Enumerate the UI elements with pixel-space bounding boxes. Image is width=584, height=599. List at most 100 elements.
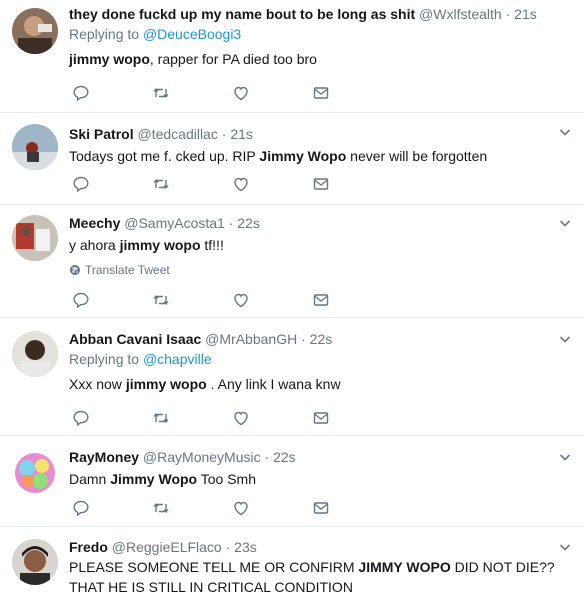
user-name[interactable]: Ski Patrol (69, 126, 134, 142)
retweet-button[interactable] (152, 291, 232, 309)
tweet-text-rest: Too Smh (197, 471, 256, 487)
replying-to: Replying to @chapville (69, 350, 570, 368)
user-name[interactable]: RayMoney (69, 449, 139, 465)
direct-message-icon (313, 87, 329, 99)
timestamp[interactable]: 23s (234, 539, 257, 555)
separator-dot: · (264, 449, 270, 465)
like-button[interactable] (232, 291, 312, 309)
tweet[interactable]: they done fuckd up my name bout to be lo… (0, 0, 584, 113)
reply-button[interactable] (72, 291, 152, 309)
reply-button[interactable] (72, 175, 152, 193)
translate-tweet-link[interactable]: Translate Tweet (69, 263, 570, 277)
direct-message-button[interactable] (312, 84, 392, 102)
reply-button[interactable] (72, 84, 152, 102)
retweet-icon (153, 88, 169, 98)
timestamp[interactable]: 21s (230, 126, 253, 142)
like-button[interactable] (232, 175, 312, 193)
tweet-text: PLEASE SOMEONE TELL ME OR CONFIRM JIMMY … (69, 557, 570, 597)
tweet-text-rest: tf!!! (200, 237, 224, 253)
retweet-button[interactable] (152, 499, 232, 517)
avatar[interactable] (12, 450, 58, 496)
chevron-down-icon[interactable] (558, 450, 572, 464)
user-name[interactable]: they done fuckd up my name bout to be lo… (69, 6, 415, 22)
like-icon (234, 411, 248, 426)
highlight-term: Jimmy Wopo (259, 148, 347, 164)
like-button[interactable] (232, 409, 312, 427)
tweet[interactable]: Abban Cavani Isaac @MrAbbanGH · 22s Repl… (0, 318, 584, 436)
tweet[interactable]: Fredo @ReggieELFlaco · 23s PLEASE SOMEON… (0, 527, 584, 599)
tweet[interactable]: Meechy @SamyAcosta1 · 22s y ahora jimmy … (0, 205, 584, 318)
direct-message-icon (313, 294, 329, 306)
chevron-down-icon[interactable] (558, 540, 572, 554)
user-name[interactable]: Meechy (69, 215, 120, 231)
direct-message-button[interactable] (312, 409, 392, 427)
retweet-button[interactable] (152, 409, 232, 427)
like-icon (234, 86, 248, 101)
avatar[interactable] (12, 215, 58, 261)
highlight-term: jimmy wopo (69, 51, 150, 67)
chevron-down-icon[interactable] (558, 125, 572, 139)
reply-button[interactable] (72, 409, 152, 427)
separator-dot: · (505, 6, 511, 22)
highlight-term: jimmy wopo (119, 237, 201, 253)
retweet-icon (153, 179, 169, 189)
timestamp[interactable]: 22s (237, 215, 260, 231)
tweet-text-rest: . Any link I wana knw (206, 376, 341, 392)
timestamp[interactable]: 22s (273, 449, 296, 465)
user-handle[interactable]: @MrAbbanGH (205, 331, 297, 347)
avatar[interactable] (12, 8, 58, 54)
highlight-term: jimmy wopo (125, 376, 207, 392)
direct-message-button[interactable] (312, 291, 392, 309)
like-icon (234, 501, 248, 516)
avatar[interactable] (12, 124, 58, 170)
tweet-header: Ski Patrol @tedcadillac · 21s (69, 125, 570, 143)
tweet-text-pre: y ahora (69, 237, 120, 253)
tweet[interactable]: RayMoney @RayMoneyMusic · 22s Damn Jimmy… (0, 436, 584, 527)
chevron-down-icon[interactable] (558, 332, 572, 346)
direct-message-button[interactable] (312, 175, 392, 193)
mention-link[interactable]: @DeuceBoogi3 (143, 26, 241, 42)
tweet-text: Damn Jimmy Wopo Too Smh (69, 469, 570, 489)
tweet-header: they done fuckd up my name bout to be lo… (69, 5, 570, 23)
retweet-icon (153, 503, 169, 513)
like-button[interactable] (232, 84, 312, 102)
retweet-button[interactable] (152, 84, 232, 102)
tweet-header: Fredo @ReggieELFlaco · 23s (69, 538, 570, 556)
avatar[interactable] (12, 539, 58, 585)
reply-icon (73, 410, 89, 427)
like-button[interactable] (232, 499, 312, 517)
retweet-button[interactable] (152, 175, 232, 193)
tweet-actions (72, 409, 392, 427)
like-icon (234, 177, 248, 192)
reply-icon (73, 85, 89, 102)
replying-to-label: Replying to (69, 351, 140, 367)
user-name[interactable]: Abban Cavani Isaac (69, 331, 201, 347)
highlight-term: JIMMY WOPO (358, 559, 451, 575)
separator-dot: · (225, 539, 231, 555)
translate-label: Translate Tweet (85, 263, 170, 277)
tweet[interactable]: Ski Patrol @tedcadillac · 21s Todays got… (0, 113, 584, 205)
tweet-text-pre: Xxx now (69, 376, 126, 392)
reply-icon (73, 500, 89, 517)
tweet-text: y ahora jimmy wopo tf!!! (69, 235, 570, 255)
separator-dot: · (228, 215, 234, 231)
chevron-down-icon[interactable] (558, 216, 572, 230)
avatar[interactable] (12, 331, 58, 377)
user-handle[interactable]: @RayMoneyMusic (143, 449, 261, 465)
timestamp[interactable]: 22s (310, 331, 333, 347)
separator-dot: · (221, 126, 227, 142)
direct-message-button[interactable] (312, 499, 392, 517)
reply-button[interactable] (72, 499, 152, 517)
globe-icon (70, 265, 80, 275)
user-handle[interactable]: @Wxlfstealth (419, 6, 502, 22)
user-name[interactable]: Fredo (69, 539, 108, 555)
reply-icon (73, 292, 89, 309)
user-handle[interactable]: @SamyAcosta1 (124, 215, 225, 231)
timestamp[interactable]: 21s (514, 6, 537, 22)
user-handle[interactable]: @tedcadillac (137, 126, 217, 142)
mention-link[interactable]: @chapville (143, 351, 212, 367)
tweet-actions (72, 499, 392, 517)
retweet-icon (153, 413, 169, 423)
user-handle[interactable]: @ReggieELFlaco (112, 539, 222, 555)
direct-message-icon (313, 178, 329, 190)
